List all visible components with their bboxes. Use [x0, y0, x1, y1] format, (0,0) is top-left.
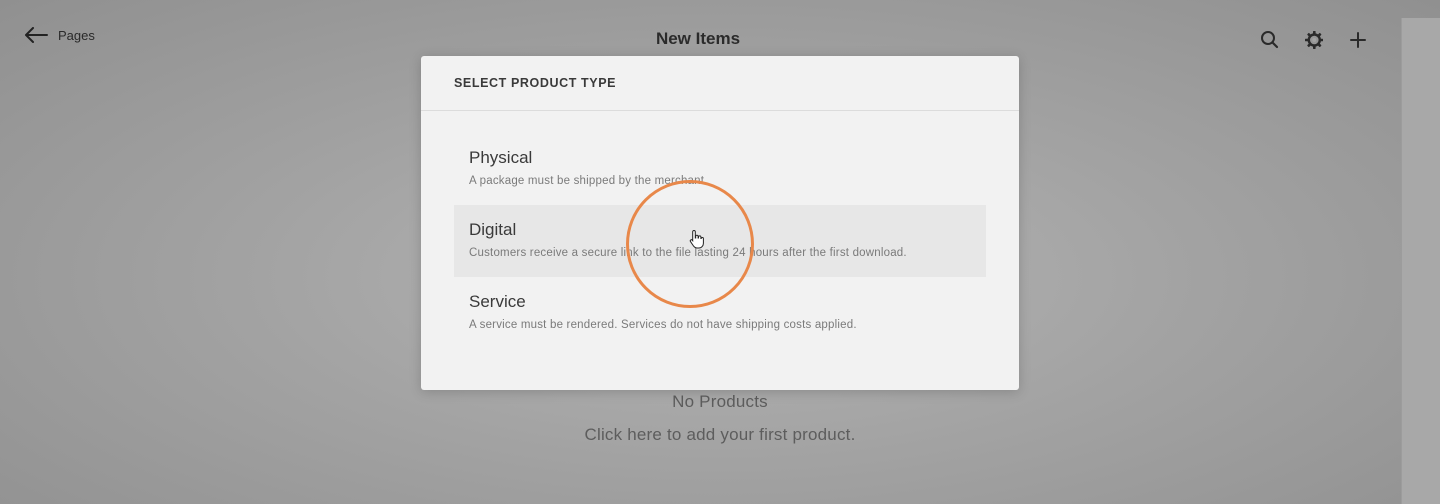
option-digital[interactable]: Digital Customers receive a secure link …	[454, 205, 986, 277]
product-type-options: Physical A package must be shipped by th…	[454, 133, 986, 349]
empty-state: No Products Click here to add your first…	[0, 392, 1440, 445]
option-physical[interactable]: Physical A package must be shipped by th…	[454, 133, 986, 205]
option-name: Digital	[469, 220, 517, 239]
empty-state-title: No Products	[672, 392, 768, 411]
option-service[interactable]: Service A service must be rendered. Serv…	[454, 277, 986, 349]
option-description: A service must be rendered. Services do …	[469, 319, 857, 331]
select-product-type-modal: SELECT PRODUCT TYPE Physical A package m…	[421, 56, 1019, 390]
option-description: A package must be shipped by the merchan…	[469, 175, 708, 187]
plus-icon[interactable]	[1347, 29, 1369, 51]
page-title: New Items	[655, 29, 741, 48]
app-root: Pages New Items No Products Click here t…	[0, 0, 1440, 504]
option-name: Service	[469, 292, 526, 311]
search-icon[interactable]	[1259, 29, 1281, 51]
add-first-product-link[interactable]: Click here to add your first product.	[0, 425, 1440, 445]
option-name: Physical	[469, 148, 533, 167]
gear-icon[interactable]	[1303, 29, 1325, 51]
modal-title: SELECT PRODUCT TYPE	[421, 56, 1019, 111]
option-description: Customers receive a secure link to the f…	[469, 247, 907, 259]
